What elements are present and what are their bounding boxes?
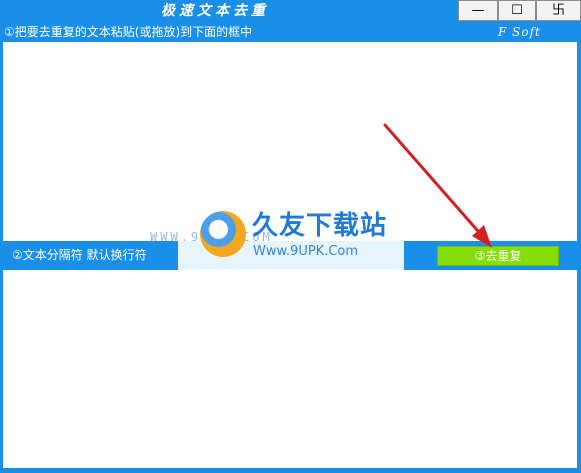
separator-label: ②文本分隔符 默认换行符 [12,248,147,262]
result-text-output[interactable] [3,270,577,468]
close-button[interactable]: 卐 [536,0,581,21]
red-arrow-annotation [383,123,492,248]
title-bar[interactable]: 极速文本去重 — ☐ 卐 [0,0,581,22]
watermark-cn-text: 久友下载站 [252,211,388,241]
watermark-url: Www.9UPK.Com [253,244,359,259]
watermark-logo-icon [200,211,246,257]
paste-instruction-label: ①把要去重复的文本粘贴(或拖放)到下面的框中 [4,25,253,39]
site-watermark: WWW.9UPK.COM 久友下载站 Www.9UPK.Com [150,196,404,292]
minimize-button[interactable]: — [458,0,498,21]
app-title: 极速文本去重 [161,3,269,19]
instruction-row: ①把要去重复的文本粘贴(或拖放)到下面的框中 F Soft [0,22,581,42]
brand-label: F Soft [498,25,541,39]
close-icon: 卐 [551,3,565,18]
minimize-icon: — [471,3,485,18]
app-window: 极速文本去重 — ☐ 卐 ①把要去重复的文本粘贴(或拖放)到下面的框中 F So… [0,0,581,473]
maximize-button[interactable]: ☐ [498,0,536,21]
maximize-icon: ☐ [511,3,523,18]
